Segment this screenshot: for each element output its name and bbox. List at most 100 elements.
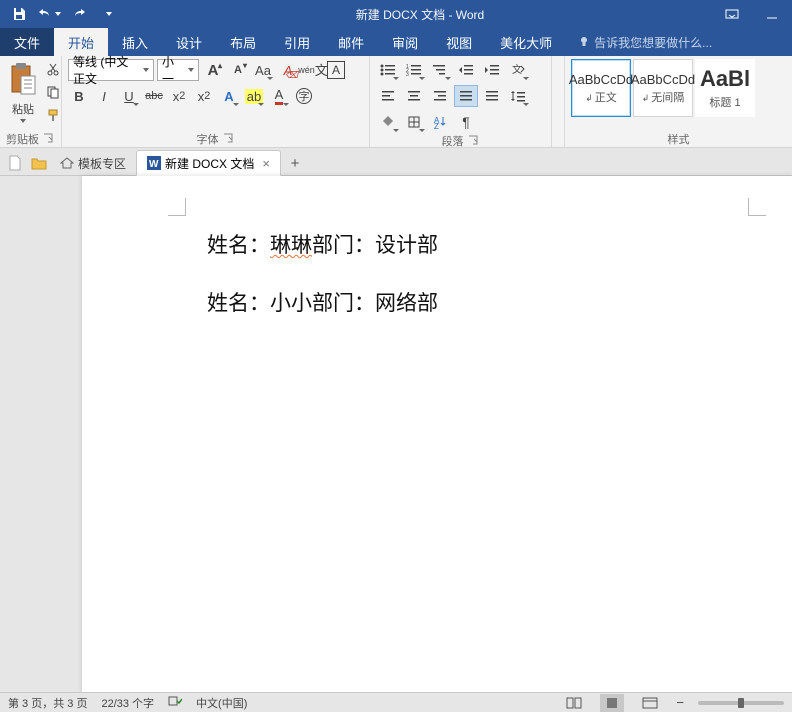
decrease-indent-icon[interactable] xyxy=(454,59,478,81)
phonetic-guide-icon[interactable]: wén文 xyxy=(302,59,324,81)
new-tab-button[interactable]: + xyxy=(283,151,307,175)
align-distributed-icon[interactable] xyxy=(480,85,504,107)
svg-text:Z: Z xyxy=(434,122,439,129)
svg-text:W: W xyxy=(149,159,159,170)
character-border-icon[interactable]: A xyxy=(327,61,345,79)
style-normal[interactable]: AaBbCcDd ↲正文 xyxy=(571,59,631,117)
sort-icon[interactable]: AZ xyxy=(428,111,452,133)
paragraph-launcher-icon[interactable] xyxy=(468,135,480,147)
bullets-icon[interactable] xyxy=(376,59,400,81)
style-no-spacing[interactable]: AaBbCcDd ↲无间隔 xyxy=(633,59,693,117)
strikethrough-button[interactable]: abc xyxy=(143,85,165,107)
quick-access-toolbar xyxy=(0,2,128,26)
doc-line-2[interactable]: 姓名：小小部门：网络部 xyxy=(207,284,662,324)
margin-corner-tl xyxy=(168,198,186,216)
tab-home[interactable]: 开始 xyxy=(54,28,108,56)
align-justify-icon[interactable] xyxy=(454,85,478,107)
view-web-icon[interactable] xyxy=(638,694,662,712)
group-clipboard: 粘贴 剪贴板 xyxy=(0,56,62,147)
cut-icon[interactable] xyxy=(42,59,64,79)
close-tab-icon[interactable]: × xyxy=(262,156,270,171)
view-print-icon[interactable] xyxy=(600,694,624,712)
tab-layout[interactable]: 布局 xyxy=(216,28,270,56)
highlight-icon[interactable]: ab xyxy=(243,85,265,107)
qat-more-icon[interactable] xyxy=(96,2,122,26)
lightbulb-icon xyxy=(578,36,590,48)
open-folder-icon[interactable] xyxy=(28,151,50,175)
tab-references[interactable]: 引用 xyxy=(270,28,324,56)
page-canvas[interactable]: 姓名：琳琳部门：设计部 姓名：小小部门：网络部 xyxy=(82,176,792,692)
zoom-out-icon[interactable]: − xyxy=(676,695,684,710)
view-read-icon[interactable] xyxy=(562,694,586,712)
paste-button[interactable] xyxy=(6,59,40,99)
italic-button[interactable]: I xyxy=(93,85,115,107)
text-effects-icon[interactable]: A xyxy=(218,85,240,107)
grow-font-icon[interactable]: A▴ xyxy=(202,59,224,81)
align-right-icon[interactable] xyxy=(428,85,452,107)
save-icon[interactable] xyxy=(6,2,32,26)
underline-button[interactable]: U xyxy=(118,85,140,107)
left-gutter xyxy=(0,176,82,692)
tab-view[interactable]: 视图 xyxy=(432,28,486,56)
document-tab[interactable]: W 新建 DOCX 文档 × xyxy=(136,150,281,176)
svg-text:3: 3 xyxy=(406,72,409,77)
status-spellcheck-icon[interactable] xyxy=(168,695,182,710)
undo-icon[interactable] xyxy=(36,2,62,26)
clear-formatting-icon[interactable]: A⌫ xyxy=(277,59,299,81)
superscript-button[interactable]: x2 xyxy=(193,85,215,107)
paste-dropdown-icon[interactable] xyxy=(20,119,26,123)
show-marks-icon[interactable]: ¶ xyxy=(454,111,478,133)
tell-me-input[interactable]: 告诉我您想要做什么... xyxy=(578,34,712,51)
status-bar: 第 3 页，共 3 页 22/33 个字 中文(中国) − xyxy=(0,692,792,712)
enclose-characters-icon[interactable]: 字 xyxy=(293,85,315,107)
font-size-combo[interactable]: 小一 xyxy=(157,59,199,81)
tab-insert[interactable]: 插入 xyxy=(108,28,162,56)
shading-icon[interactable] xyxy=(376,111,400,133)
document-content[interactable]: 姓名：琳琳部门：设计部 姓名：小小部门：网络部 xyxy=(82,226,662,324)
status-page[interactable]: 第 3 页，共 3 页 xyxy=(8,695,87,711)
template-zone-label: 模板专区 xyxy=(78,155,126,172)
margin-corner-tr xyxy=(748,198,766,216)
change-case-icon[interactable]: Aa xyxy=(252,59,274,81)
tab-mailings[interactable]: 邮件 xyxy=(324,28,378,56)
paragraph-group-label: 段落 xyxy=(442,133,464,149)
numbering-icon[interactable]: 123 xyxy=(402,59,426,81)
zoom-handle[interactable] xyxy=(738,698,744,708)
tab-review[interactable]: 审阅 xyxy=(378,28,432,56)
line-spacing-icon[interactable] xyxy=(506,85,530,107)
ribbon-tabs: 文件 开始 插入 设计 布局 引用 邮件 审阅 视图 美化大师 告诉我您想要做什… xyxy=(0,28,792,56)
tab-file[interactable]: 文件 xyxy=(0,28,54,56)
font-color-icon[interactable]: A xyxy=(268,85,290,107)
style-heading1[interactable]: AaBl 标题 1 xyxy=(695,59,755,117)
multilevel-list-icon[interactable] xyxy=(428,59,452,81)
paste-label: 粘贴 xyxy=(12,101,34,117)
copy-icon[interactable] xyxy=(42,82,64,102)
redo-icon[interactable] xyxy=(66,2,92,26)
svg-text:文: 文 xyxy=(512,63,522,76)
doc-line-1[interactable]: 姓名：琳琳部门：设计部 xyxy=(207,226,662,266)
zoom-slider[interactable] xyxy=(698,701,784,705)
font-name-combo[interactable]: 等线 (中文正文 xyxy=(68,59,154,81)
tab-beautify[interactable]: 美化大师 xyxy=(486,28,566,56)
styles-group-label: 样式 xyxy=(668,131,690,147)
bold-button[interactable]: B xyxy=(68,85,90,107)
clipboard-launcher-icon[interactable] xyxy=(43,133,55,145)
template-zone-link[interactable]: 模板专区 xyxy=(52,151,134,175)
status-word-count[interactable]: 22/33 个字 xyxy=(101,695,154,711)
clipboard-group-label: 剪贴板 xyxy=(6,131,39,147)
align-center-icon[interactable] xyxy=(402,85,426,107)
status-language[interactable]: 中文(中国) xyxy=(196,695,247,711)
align-left-icon[interactable] xyxy=(376,85,400,107)
ribbon-options-icon[interactable] xyxy=(712,0,752,28)
borders-icon[interactable] xyxy=(402,111,426,133)
group-font: 等线 (中文正文 小一 A▴ A▾ Aa A⌫ wén文 A B I U abc… xyxy=(62,56,370,147)
text-direction-icon[interactable]: 文 xyxy=(506,59,530,81)
tab-design[interactable]: 设计 xyxy=(162,28,216,56)
subscript-button[interactable]: x2 xyxy=(168,85,190,107)
font-launcher-icon[interactable] xyxy=(223,133,235,145)
shrink-font-icon[interactable]: A▾ xyxy=(227,59,249,81)
increase-indent-icon[interactable] xyxy=(480,59,504,81)
format-painter-icon[interactable] xyxy=(42,105,64,125)
new-file-icon[interactable] xyxy=(4,151,26,175)
minimize-icon[interactable] xyxy=(752,0,792,28)
